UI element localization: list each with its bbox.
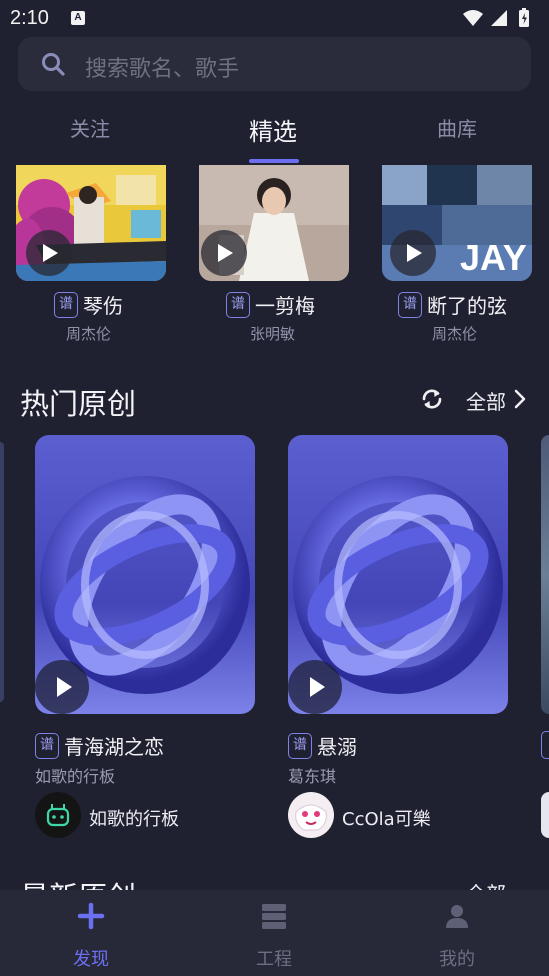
creator-row[interactable]: CcOla可樂	[288, 792, 528, 838]
play-button[interactable]	[390, 230, 436, 276]
song-artist: 周杰伦	[432, 325, 478, 343]
song-cover	[199, 165, 349, 281]
score-badge: 谱	[54, 291, 78, 318]
nav-label: 我的	[439, 949, 475, 970]
play-button[interactable]	[35, 660, 89, 714]
play-icon	[43, 244, 58, 262]
avatar	[288, 792, 334, 838]
wifi-icon	[463, 10, 483, 26]
song-cover: JAY	[382, 165, 532, 281]
partial-card-left[interactable]	[0, 442, 4, 702]
partial-score-badge	[541, 731, 549, 759]
search-icon	[42, 53, 65, 76]
original-subtitle: 如歌的行板	[35, 767, 116, 786]
nav-projects[interactable]: 工程	[214, 890, 334, 976]
original-title: 悬溺	[317, 735, 357, 759]
score-badge: 谱	[226, 291, 250, 318]
original-title: 青海湖之恋	[64, 735, 164, 759]
status-time: 2:10	[10, 7, 49, 29]
song-title-row: 谱断了的弦	[398, 290, 549, 320]
nav-label: 发现	[73, 949, 109, 970]
original-subtitle: 葛东琪	[288, 767, 337, 786]
score-badge: 谱	[398, 291, 422, 318]
nav-label: 工程	[256, 949, 292, 970]
partial-avatar	[541, 792, 549, 838]
tab-featured[interactable]: 精选	[249, 112, 297, 147]
signal-icon	[491, 10, 507, 26]
tab-indicator	[249, 159, 299, 163]
play-button[interactable]	[26, 230, 72, 276]
song-artist: 张明敏	[250, 325, 296, 343]
avatar	[35, 792, 81, 838]
app-screen: 2:10 A 搜索歌名、歌手 关注 精选 曲库 谱 琴伤 周杰伦 谱 一剪梅 张…	[0, 0, 549, 976]
search-bar[interactable]: 搜索歌名、歌手	[18, 37, 531, 91]
view-all-link[interactable]: 全部	[466, 386, 506, 415]
song-title: 一剪梅	[255, 294, 315, 318]
song-title-row: 谱一剪梅	[226, 290, 426, 320]
song-cover	[16, 165, 166, 281]
partial-card-right[interactable]	[541, 435, 549, 714]
creator-name: CcOla可樂	[342, 809, 431, 830]
creator-row[interactable]: 如歌的行板	[35, 792, 275, 838]
notification-icon: A	[71, 11, 85, 25]
system-status-icons	[463, 8, 529, 27]
score-badge: 谱	[288, 732, 312, 759]
play-icon	[310, 677, 325, 697]
original-title-row: 谱青海湖之恋	[35, 731, 275, 761]
nav-mine[interactable]: 我的	[397, 890, 517, 976]
search-placeholder: 搜索歌名、歌手	[85, 57, 240, 82]
person-icon	[446, 905, 468, 928]
plus-icon	[77, 902, 105, 930]
song-artist: 周杰伦	[66, 325, 112, 343]
score-badge: 谱	[35, 732, 59, 759]
song-title-row: 谱琴伤	[54, 290, 254, 320]
tab-follow[interactable]: 关注	[70, 113, 110, 142]
refresh-icon[interactable]	[420, 387, 444, 411]
status-bar: 2:10 A	[0, 0, 549, 36]
layers-icon	[262, 904, 286, 929]
section-title-hot-originals: 热门原创	[20, 387, 137, 421]
creator-name: 如歌的行板	[89, 809, 179, 830]
song-title: 琴伤	[83, 294, 123, 318]
original-title-row: 谱悬溺	[288, 731, 528, 761]
play-button[interactable]	[288, 660, 342, 714]
bottom-nav: 发现 工程 我的	[0, 890, 549, 976]
cover-text: JAY	[460, 237, 527, 278]
tab-library[interactable]: 曲库	[437, 113, 477, 142]
play-icon	[218, 244, 233, 262]
play-icon	[407, 244, 422, 262]
play-icon	[57, 677, 72, 697]
nav-discover[interactable]: 发现	[31, 890, 151, 976]
play-button[interactable]	[201, 230, 247, 276]
chevron-right-icon[interactable]	[514, 389, 526, 409]
song-title: 断了的弦	[427, 294, 507, 318]
